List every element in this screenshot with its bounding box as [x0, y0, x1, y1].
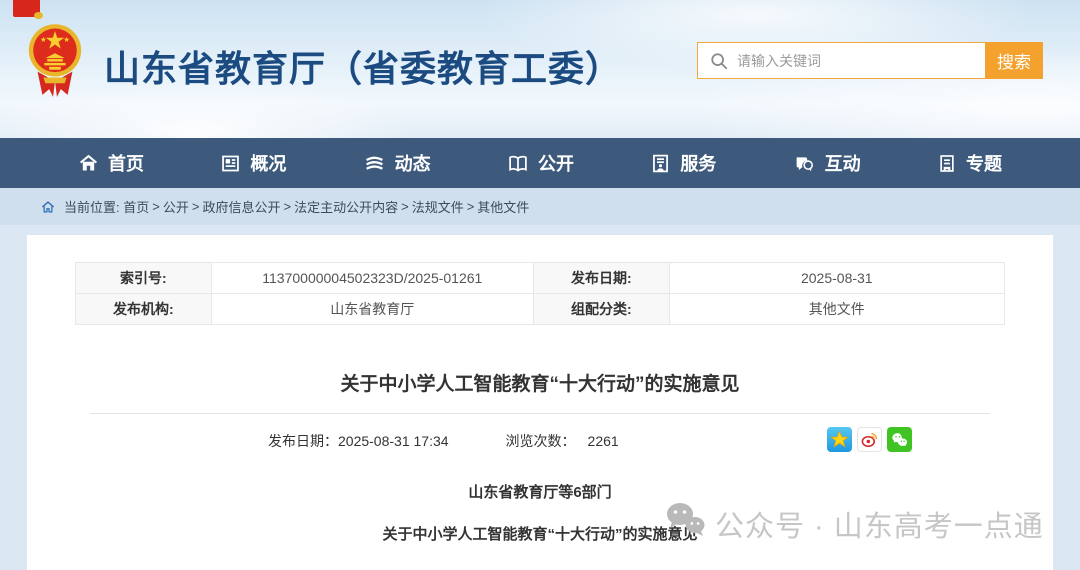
publish-date-value: 2025-08-31: [669, 263, 1004, 294]
overview-icon: [220, 153, 241, 174]
meta-views-label: 浏览次数：: [506, 431, 576, 451]
share-icons: [827, 427, 912, 452]
home-icon: [78, 153, 99, 174]
nav-item-interact[interactable]: 互动: [793, 150, 861, 176]
category-label: 组配分类:: [533, 294, 669, 325]
weibo-share-icon[interactable]: [857, 427, 882, 452]
index-number-label: 索引号:: [76, 263, 212, 294]
issuing-agency-label: 发布机构:: [76, 294, 212, 325]
services-icon: [650, 153, 671, 174]
nav-item-public[interactable]: 公开: [507, 150, 574, 176]
interact-icon: [793, 153, 816, 174]
breadcrumb-home-icon: [41, 200, 55, 214]
article-meta-row: 发布日期： 2025-08-31 17:34 浏览次数： 2261: [27, 427, 1053, 454]
breadcrumb-segment-other-docs[interactable]: 其他文件: [477, 197, 529, 216]
article-body-title: 关于中小学人工智能教育“十大行动”的实施意见: [27, 523, 1053, 544]
search-icon: [710, 52, 728, 70]
breadcrumb-segment-statutory[interactable]: 法定主动公开内容: [294, 197, 398, 216]
qzone-share-icon[interactable]: [827, 427, 852, 452]
breadcrumb-separator: >: [283, 199, 291, 214]
nav-item-topics[interactable]: 专题: [937, 150, 1002, 176]
search-button[interactable]: 搜索: [985, 42, 1043, 79]
content-panel: 索引号: 11370000004502323D/2025-01261 发布日期:…: [27, 235, 1053, 570]
national-emblem-icon: [24, 21, 86, 101]
site-title: 山东省教育厅（省委教育工委）: [104, 40, 622, 92]
nav-item-overview[interactable]: 概况: [220, 150, 286, 176]
breadcrumb-separator: >: [467, 199, 475, 214]
topics-icon: [937, 153, 957, 174]
nav-item-home[interactable]: 首页: [78, 150, 144, 176]
nav-item-services[interactable]: 服务: [650, 150, 716, 176]
meta-publish-date-label: 发布日期：: [268, 431, 338, 451]
breadcrumb: 当前位置: 首页> 公开> 政府信息公开> 法定主动公开内容> 法规文件> 其他…: [0, 188, 1080, 225]
table-row: 发布机构: 山东省教育厅 组配分类: 其他文件: [76, 294, 1005, 325]
table-row: 索引号: 11370000004502323D/2025-01261 发布日期:…: [76, 263, 1005, 294]
news-icon: [363, 153, 386, 174]
wechat-share-icon[interactable]: [887, 427, 912, 452]
breadcrumb-segment-public[interactable]: 公开: [163, 197, 189, 216]
nav-item-news[interactable]: 动态: [363, 150, 431, 176]
search-box: 搜索: [697, 42, 1043, 79]
breadcrumb-segment-gov-info[interactable]: 政府信息公开: [202, 197, 280, 216]
article-title: 关于中小学人工智能教育“十大行动”的实施意见: [27, 369, 1053, 396]
search-input[interactable]: [737, 53, 985, 69]
open-book-icon: [507, 153, 529, 174]
publish-date-label: 发布日期:: [533, 263, 669, 294]
breadcrumb-label: 当前位置:: [64, 197, 120, 216]
breadcrumb-separator: >: [152, 199, 160, 214]
breadcrumb-separator: >: [192, 199, 200, 214]
issuing-agency-value: 山东省教育厅: [211, 294, 533, 325]
breadcrumb-segment-home[interactable]: 首页: [123, 197, 149, 216]
meta-views-value: 2261: [588, 433, 619, 449]
category-value: 其他文件: [669, 294, 1004, 325]
article-body-author: 山东省教育厅等6部门: [27, 481, 1053, 502]
meta-publish-date-value: 2025-08-31 17:34: [338, 433, 449, 449]
breadcrumb-segment-regulations[interactable]: 法规文件: [412, 197, 464, 216]
main-nav: 首页 概况 动态 公开 服务 互动 专题: [0, 138, 1080, 188]
document-info-table: 索引号: 11370000004502323D/2025-01261 发布日期:…: [75, 262, 1005, 325]
title-divider: [90, 413, 990, 414]
page: 山东省教育厅（省委教育工委） 搜索 首页 概况 动态 公开 服务: [0, 0, 1080, 570]
corner-flag-decoration: [13, 0, 40, 17]
index-number-value: 11370000004502323D/2025-01261: [211, 263, 533, 294]
site-header: 山东省教育厅（省委教育工委） 搜索: [0, 0, 1080, 138]
breadcrumb-separator: >: [401, 199, 409, 214]
